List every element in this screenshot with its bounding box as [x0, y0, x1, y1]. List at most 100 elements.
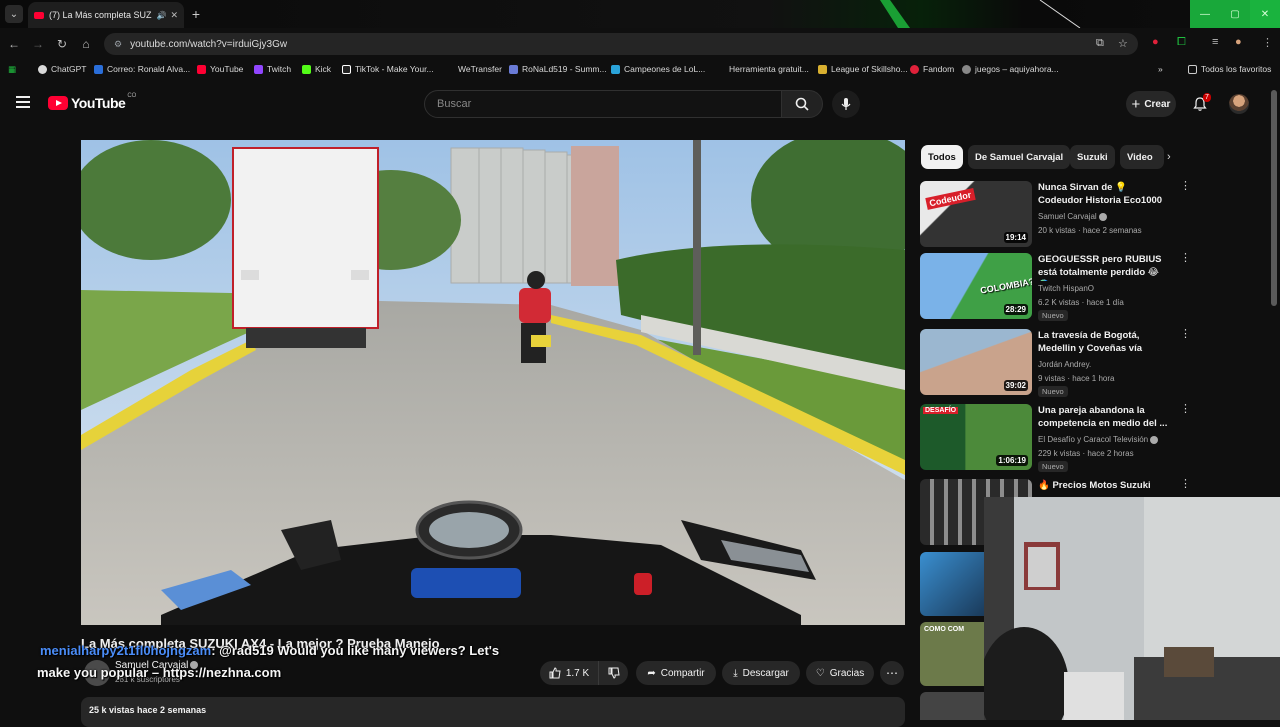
chip-de-samuel-carvajal[interactable]: De Samuel Carvajal — [968, 145, 1071, 169]
speaker-icon[interactable]: 🔊 — [156, 11, 166, 20]
thumbnail[interactable]: COLOMBIA? 28:29 — [920, 253, 1032, 319]
new-badge: Nuevo — [1038, 461, 1068, 472]
dislike-button[interactable] — [598, 661, 628, 685]
forward-icon[interactable]: → — [30, 36, 46, 52]
all-favorites-folder[interactable]: Todos los favoritos — [1188, 64, 1271, 74]
more-options-icon[interactable]: ⋮ — [1180, 404, 1191, 415]
more-options-icon[interactable]: ⋮ — [1180, 253, 1191, 264]
reload-icon[interactable]: ↻ — [54, 36, 70, 52]
thanks-icon: ♡ — [815, 667, 825, 679]
bookmark-0[interactable]: ChatGPT — [38, 64, 86, 74]
plus-icon: + — [1131, 95, 1141, 113]
more-options-icon[interactable]: ⋮ — [1180, 329, 1191, 340]
bookmark-2[interactable]: YouTube — [197, 64, 243, 74]
bookmark-12[interactable]: juegos – aquiyahora... — [962, 64, 1059, 74]
video-player[interactable] — [81, 140, 905, 625]
bookmark-6[interactable]: WeTransfer — [445, 64, 502, 74]
chip-todos[interactable]: Todos — [921, 145, 963, 169]
back-icon[interactable]: ← — [6, 36, 22, 52]
duration-badge: 39:02 — [1003, 380, 1028, 391]
thumbnail[interactable]: 39:02 — [920, 329, 1032, 395]
description-box[interactable]: 25 k vistas hace 2 semanas — [81, 697, 905, 727]
bookmark-4[interactable]: Kick — [302, 64, 331, 74]
channel-name: Jordán Andrey. — [1038, 360, 1092, 369]
youtube-logo[interactable]: YouTube CO — [48, 93, 136, 111]
thumbnail[interactable] — [920, 692, 984, 720]
more-options-icon[interactable]: ⋮ — [1180, 181, 1191, 192]
video-title: 🔥 Precios Motos Suzuki — [1038, 480, 1151, 491]
account-avatar[interactable] — [1229, 94, 1249, 114]
profile-icon[interactable]: ● — [1235, 36, 1242, 48]
close-tab-icon[interactable]: ✕ — [170, 10, 178, 21]
thumbnail[interactable] — [920, 552, 984, 616]
video-title: Nunca Sirvan de 💡 Codeudor Historia Eco1… — [1038, 182, 1163, 209]
download-button[interactable]: ⤓ Descargar — [722, 661, 800, 685]
recommendation-item[interactable]: 39:02 La travesía de Bogotá, Medellin y … — [920, 329, 1191, 397]
webcam-image — [984, 497, 1280, 720]
bookmark-star-icon[interactable]: ☆ — [1118, 37, 1128, 50]
chip-suzuki[interactable]: Suzuki — [1070, 145, 1115, 169]
more-options-icon[interactable]: ⋮ — [1180, 479, 1191, 490]
duration-badge: 19:14 — [1003, 232, 1028, 243]
page-scrollbar[interactable] — [1271, 90, 1277, 306]
thanks-button[interactable]: ♡ Gracias — [806, 661, 874, 685]
bookmark-7[interactable]: RoNaLd519 - Summ... — [509, 64, 607, 74]
browser-menu-icon[interactable]: ⋮ — [1262, 36, 1273, 49]
apps-grid-icon[interactable]: ▦ — [8, 64, 16, 75]
recommendation-item[interactable]: DESAFÍO 1:06:19 Una pareja abandona la c… — [920, 404, 1191, 472]
video-meta: 20 k vistas · hace 2 semanas — [1038, 226, 1142, 235]
search-input[interactable]: Buscar — [424, 90, 782, 118]
duration-badge: 28:29 — [1003, 304, 1028, 315]
menu-hamburger-icon[interactable] — [16, 96, 30, 108]
thumbnail[interactable]: DESAFÍO 1:06:19 — [920, 404, 1032, 470]
tab-search-chevron-icon[interactable]: ⌄ — [5, 5, 23, 23]
browser-tab-active[interactable]: (7) La Más completa SUZUKI AX4 🔊 ✕ — [28, 2, 184, 28]
webcam-overlay — [984, 497, 1280, 720]
bookmark-11[interactable]: Fandom — [910, 64, 954, 74]
bookmark-1[interactable]: Correo: Ronald Alva... — [94, 64, 190, 74]
thumbnail[interactable]: Codeudor 19:14 — [920, 181, 1032, 247]
microphone-icon — [841, 98, 851, 110]
install-app-icon[interactable]: ⧉ — [1096, 37, 1104, 50]
search-button[interactable] — [781, 90, 823, 118]
chevron-right-icon[interactable]: › — [1167, 151, 1171, 163]
bookmarks-bar: ▦ ChatGPT Correo: Ronald Alva... YouTube… — [0, 60, 1280, 80]
extensions-puzzle-icon[interactable]: ⧠ — [1177, 36, 1186, 49]
extension-red-icon[interactable]: ● — [1152, 36, 1159, 48]
voice-search-button[interactable] — [832, 90, 860, 118]
bookmark-5[interactable]: TikTok - Make Your... — [342, 64, 434, 74]
bookmark-3[interactable]: Twitch — [254, 64, 291, 74]
youtube-favicon-icon — [34, 11, 44, 19]
more-bookmarks-icon[interactable]: » — [1158, 64, 1163, 74]
address-bar-row: ← → ↻ ⌂ ⚙ youtube.com/watch?v=irduiGjy3G… — [0, 32, 1280, 56]
new-badge: Nuevo — [1038, 310, 1068, 321]
channel-name: Samuel Carvajal — [1038, 212, 1107, 221]
new-tab-button[interactable]: + — [188, 6, 204, 22]
create-button[interactable]: + Crear — [1126, 91, 1176, 117]
chip-video[interactable]: Video — [1120, 145, 1164, 169]
maximize-window-button[interactable]: ▢ — [1220, 0, 1250, 28]
close-window-button[interactable]: ✕ — [1250, 0, 1280, 28]
bookmark-8[interactable]: Campeones de LoL... — [611, 64, 705, 74]
home-icon[interactable]: ⌂ — [78, 36, 94, 52]
minimize-window-button[interactable]: — — [1190, 0, 1220, 28]
video-title: GEOGUESSR pero RUBIUS está totalmente pe… — [1038, 254, 1162, 281]
share-button[interactable]: ➦ Compartir — [636, 661, 716, 685]
thumbs-down-icon — [608, 667, 620, 679]
bookmark-9[interactable]: Herramienta gratuit... — [716, 64, 809, 74]
recommendation-item[interactable]: COLOMBIA? 28:29 GEOGUESSR pero RUBIUS es… — [920, 253, 1191, 321]
video-title: Una pareja abandona la competencia en me… — [1038, 405, 1168, 429]
tab-menu-icon[interactable]: ≡ — [1212, 36, 1218, 48]
video-meta: 6.2 K vistas · hace 1 día — [1038, 298, 1124, 307]
duration-badge: 1:06:19 — [996, 455, 1028, 466]
like-button[interactable]: 1.7 K — [540, 661, 598, 685]
recommendation-item[interactable]: Codeudor 19:14 Nunca Sirvan de 💡 Codeudo… — [920, 181, 1191, 249]
thumbnail[interactable]: COMO COM — [920, 622, 984, 686]
verified-badge-icon — [1098, 212, 1107, 221]
bookmark-10[interactable]: League of Skillsho... — [818, 64, 908, 74]
more-actions-button[interactable]: ⋯ — [880, 661, 904, 685]
download-icon: ⤓ — [733, 667, 738, 679]
video-meta: 229 k vistas · hace 2 horas — [1038, 449, 1134, 458]
site-info-icon[interactable]: ⚙ — [114, 39, 122, 50]
url-input[interactable]: ⚙ youtube.com/watch?v=irduiGjy3Gw ⧉ ☆ — [104, 33, 1138, 55]
